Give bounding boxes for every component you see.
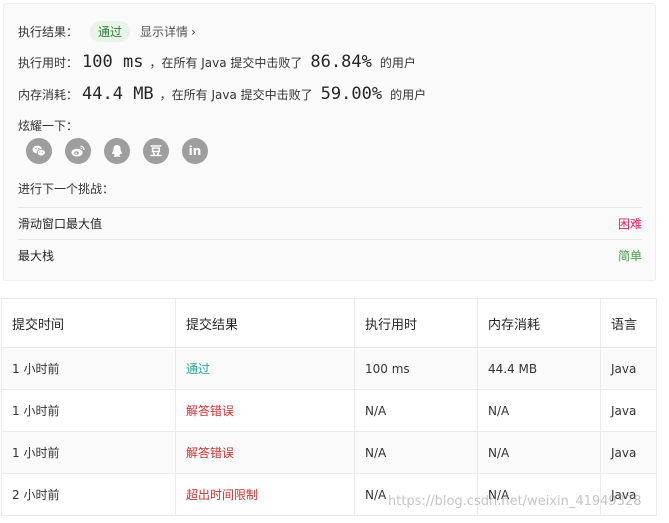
result-status-row: 执行结果： 通过 显示详情 ›	[18, 20, 196, 42]
cell-memory: N/A	[477, 389, 601, 432]
cell-memory: 44.4 MB	[477, 347, 601, 390]
memory-suffix: 的用户	[390, 88, 427, 102]
show-details-link[interactable]: 显示详情 ›	[140, 23, 196, 40]
difficulty-badge: 困难	[617, 217, 642, 231]
cell-result: 解答错误	[175, 431, 355, 474]
challenge-item[interactable]: 最大栈 简单	[18, 239, 642, 271]
cell-language: Java	[600, 347, 657, 390]
runtime-percent: 86.84%	[310, 52, 372, 72]
header-submit-result: 提交结果	[175, 298, 355, 348]
weibo-icon[interactable]	[65, 138, 91, 164]
runtime-label: 执行用时：	[18, 56, 79, 70]
wechat-icon[interactable]	[26, 138, 52, 164]
share-icons: 豆 in	[26, 138, 208, 164]
result-panel: 执行结果： 通过 显示详情 › 执行用时： 100 ms ，在所有 Java 提交…	[3, 3, 656, 281]
cell-result: 超出时间限制	[175, 473, 355, 516]
cell-runtime: N/A	[354, 473, 478, 516]
memory-value: 44.4 MB	[82, 84, 154, 104]
header-submit-time: 提交时间	[1, 298, 176, 348]
table-row: 1 小时前 解答错误 N/A N/A Java	[1, 389, 657, 432]
douban-icon[interactable]: 豆	[143, 138, 169, 164]
cell-language: Java	[600, 389, 657, 432]
runtime-suffix: 的用户	[379, 56, 416, 70]
cell-language: Java	[600, 473, 657, 516]
status-label: 执行结果：	[18, 24, 79, 39]
table-header-row: 提交时间 提交结果 执行用时 内存消耗 语言	[1, 298, 657, 348]
show-details-label: 显示详情	[140, 24, 189, 39]
status-badge: 通过	[90, 20, 131, 42]
challenge-title: 滑动窗口最大值	[18, 217, 103, 231]
cell-runtime: 100 ms	[354, 347, 478, 390]
header-language: 语言	[600, 298, 657, 348]
result-link[interactable]: 解答错误	[186, 446, 234, 460]
table-row: 1 小时前 解答错误 N/A N/A Java	[1, 431, 657, 474]
cell-time: 1 小时前	[1, 347, 176, 390]
cell-result: 解答错误	[175, 389, 355, 432]
next-challenge-label: 进行下一个挑战：	[18, 182, 115, 196]
cell-result: 通过	[175, 347, 355, 390]
cell-language: Java	[600, 431, 657, 474]
cell-runtime: N/A	[354, 431, 478, 474]
challenge-title: 最大栈	[18, 249, 55, 263]
result-link[interactable]: 解答错误	[186, 404, 234, 418]
header-memory: 内存消耗	[477, 298, 601, 348]
cell-memory: N/A	[477, 431, 601, 474]
runtime-row: 执行用时： 100 ms ，在所有 Java 提交中击败了 86.84% 的用户	[18, 52, 416, 76]
share-label: 炫耀一下：	[18, 119, 79, 133]
linkedin-icon[interactable]: in	[182, 138, 208, 164]
cell-runtime: N/A	[354, 389, 478, 432]
runtime-mid-text: ，在所有 Java 提交中击败了	[149, 56, 303, 70]
cell-time: 1 小时前	[1, 431, 176, 474]
cell-memory: N/A	[477, 473, 601, 516]
linkedin-glyph: in	[188, 144, 202, 158]
difficulty-badge: 简单	[617, 249, 642, 263]
runtime-value: 100 ms	[82, 52, 144, 72]
memory-row: 内存消耗： 44.4 MB ，在所有 Java 提交中击败了 59.00% 的用…	[18, 84, 426, 108]
result-link[interactable]: 超出时间限制	[186, 488, 258, 502]
douban-glyph: 豆	[149, 144, 162, 158]
submissions-table: 提交时间 提交结果 执行用时 内存消耗 语言 1 小时前 通过 100 ms 4…	[1, 298, 657, 516]
cell-time: 1 小时前	[1, 389, 176, 432]
memory-mid-text: ，在所有 Java 提交中击败了	[159, 88, 313, 102]
chevron-right-icon: ›	[191, 24, 196, 39]
cell-time: 2 小时前	[1, 473, 176, 516]
memory-percent: 59.00%	[320, 84, 383, 104]
memory-label: 内存消耗：	[18, 88, 79, 102]
challenge-item[interactable]: 滑动窗口最大值 困难	[18, 207, 642, 239]
result-link[interactable]: 通过	[186, 362, 210, 376]
header-runtime: 执行用时	[354, 298, 478, 348]
table-row: 2 小时前 超出时间限制 N/A N/A Java	[1, 473, 657, 516]
qq-icon[interactable]	[104, 138, 130, 164]
table-row: 1 小时前 通过 100 ms 44.4 MB Java	[1, 347, 657, 390]
